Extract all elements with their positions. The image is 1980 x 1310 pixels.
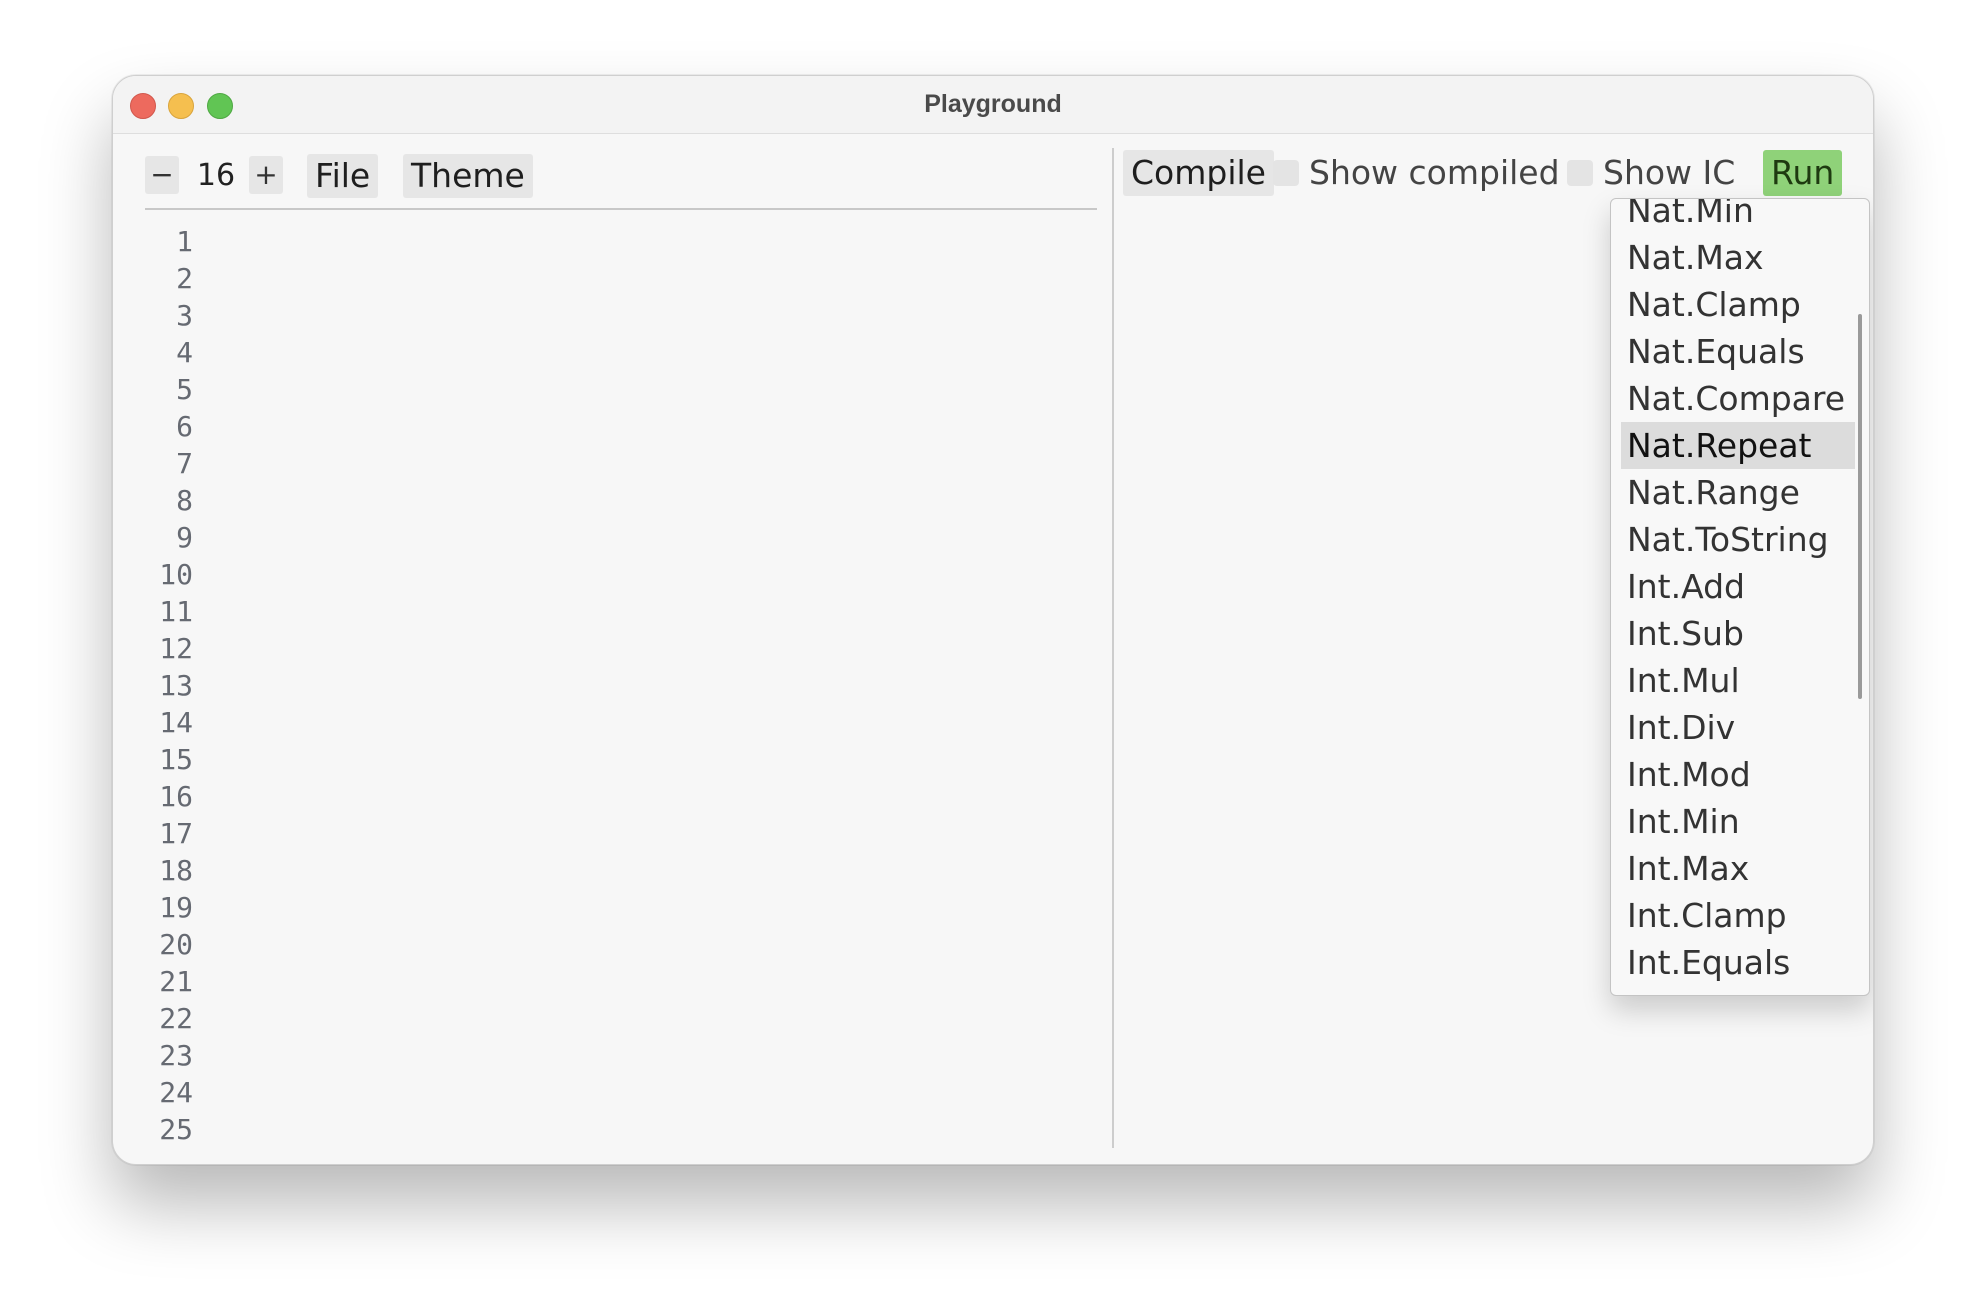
line-number: 14 xyxy=(159,706,193,739)
dropdown-item[interactable]: Int.Clamp xyxy=(1621,892,1855,939)
editor-toolbar: − 16 + File Theme xyxy=(145,154,1097,198)
line-number: 9 xyxy=(176,521,193,554)
line-number: 3 xyxy=(176,299,193,332)
dropdown-item[interactable]: Nat.Range xyxy=(1621,469,1855,516)
line-number: 22 xyxy=(159,1002,193,1035)
dropdown-item[interactable]: Int.Add xyxy=(1621,563,1855,610)
line-number: 13 xyxy=(159,669,193,702)
dropdown-item[interactable]: Int.Sub xyxy=(1621,610,1855,657)
dropdown-item[interactable]: Int.Max xyxy=(1621,845,1855,892)
show-compiled-label: Show compiled xyxy=(1309,153,1560,192)
line-number: 4 xyxy=(176,336,193,369)
dropdown-item[interactable]: Nat.Repeat xyxy=(1621,422,1855,469)
line-number: 20 xyxy=(159,928,193,961)
dropdown-item[interactable]: Nat.Equals xyxy=(1621,328,1855,375)
line-number: 10 xyxy=(159,558,193,591)
dropdown-item[interactable]: Int.Mod xyxy=(1621,751,1855,798)
line-number: 15 xyxy=(159,743,193,776)
title-bar: Playground xyxy=(113,76,1873,134)
file-menu-button[interactable]: File xyxy=(307,154,379,198)
line-number: 19 xyxy=(159,891,193,924)
line-number: 1 xyxy=(176,225,193,258)
compile-button[interactable]: Compile xyxy=(1123,150,1274,196)
dropdown-item[interactable]: Nat.Min xyxy=(1621,199,1855,234)
function-dropdown-list[interactable]: Nat.Min Nat.Max Nat.Clamp Nat.Equals Nat.Com… xyxy=(1610,198,1870,996)
increase-font-size-button[interactable]: + xyxy=(249,156,283,194)
dropdown-item[interactable]: Nat.Clamp xyxy=(1621,281,1855,328)
show-ic-checkbox[interactable] xyxy=(1567,160,1593,186)
line-number: 6 xyxy=(176,410,193,443)
line-number: 12 xyxy=(159,632,193,665)
show-ic-label: Show IC xyxy=(1603,153,1736,192)
pane-divider[interactable] xyxy=(1112,148,1114,1148)
dropdown-item[interactable]: Nat.Compare xyxy=(1621,375,1855,422)
dropdown-item[interactable]: Int.Div xyxy=(1621,704,1855,751)
line-number: 16 xyxy=(159,780,193,813)
dropdown-items: Nat.Min Nat.Max Nat.Clamp Nat.Equals Nat.Com… xyxy=(1621,199,1855,986)
run-button[interactable]: Run xyxy=(1763,150,1843,196)
line-number: 17 xyxy=(159,817,193,850)
dropdown-item[interactable]: Int.Equals xyxy=(1621,939,1855,986)
dropdown-scrollbar[interactable] xyxy=(1858,314,1862,699)
line-number: 24 xyxy=(159,1076,193,1109)
dropdown-item[interactable]: Nat.ToString xyxy=(1621,516,1855,563)
font-size-value: 16 xyxy=(196,158,236,193)
decrease-font-size-button[interactable]: − xyxy=(145,156,179,194)
window-title: Playground xyxy=(924,90,1062,118)
line-number: 21 xyxy=(159,965,193,998)
app-window: Playground − 16 + File Theme 1 2 3 4 5 6 7 8 9 10… xyxy=(112,75,1874,1165)
dropdown-item[interactable]: Nat.Max xyxy=(1621,234,1855,281)
theme-menu-button[interactable]: Theme xyxy=(403,154,533,198)
line-number: 23 xyxy=(159,1039,193,1072)
line-number-gutter: 1 2 3 4 5 6 7 8 9 10 11 12 13 14 15 16 17 18 19 20 21 22 23 24 2… xyxy=(143,223,193,1148)
line-number: 11 xyxy=(159,595,193,628)
line-number: 8 xyxy=(176,484,193,517)
line-number: 25 xyxy=(159,1113,193,1146)
toolbar-divider xyxy=(145,208,1097,210)
line-number: 2 xyxy=(176,262,193,295)
line-number: 5 xyxy=(176,373,193,406)
line-number: 18 xyxy=(159,854,193,887)
show-compiled-checkbox[interactable] xyxy=(1273,160,1299,186)
dropdown-item[interactable]: Int.Min xyxy=(1621,798,1855,845)
dropdown-item[interactable]: Int.Mul xyxy=(1621,657,1855,704)
line-number: 7 xyxy=(176,447,193,480)
